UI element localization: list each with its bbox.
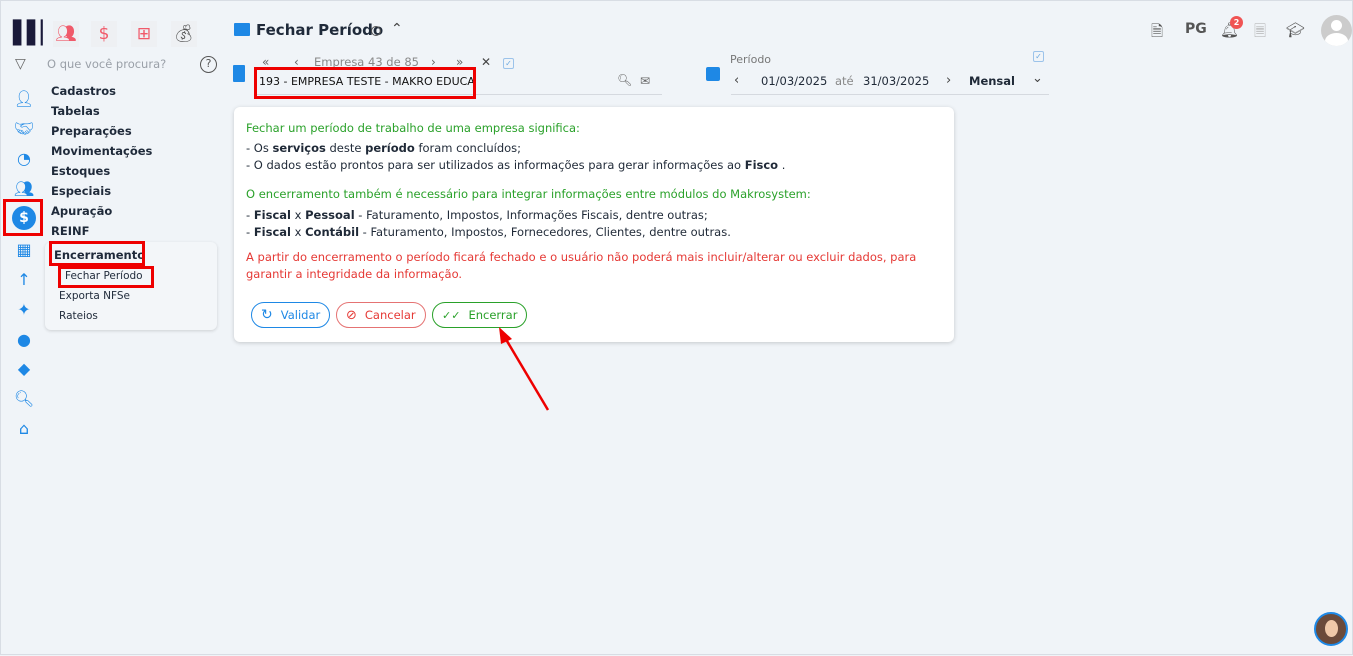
annotation-arrow (499, 327, 550, 411)
assistant-avatar[interactable] (1314, 612, 1348, 646)
